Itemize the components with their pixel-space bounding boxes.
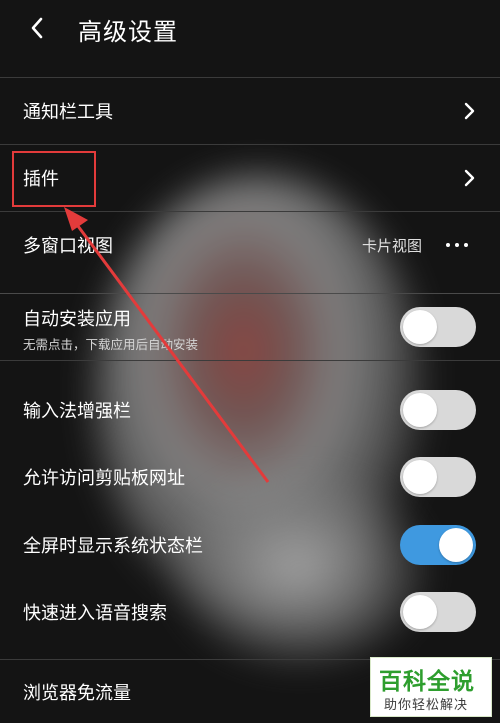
watermark-logo: 百科全说 助你轻松解决 — [370, 657, 492, 717]
watermark-title: 百科全说 — [379, 669, 475, 695]
watermark-subtitle: 助你轻松解决 — [384, 698, 469, 713]
annotation-arrow — [64, 207, 270, 483]
